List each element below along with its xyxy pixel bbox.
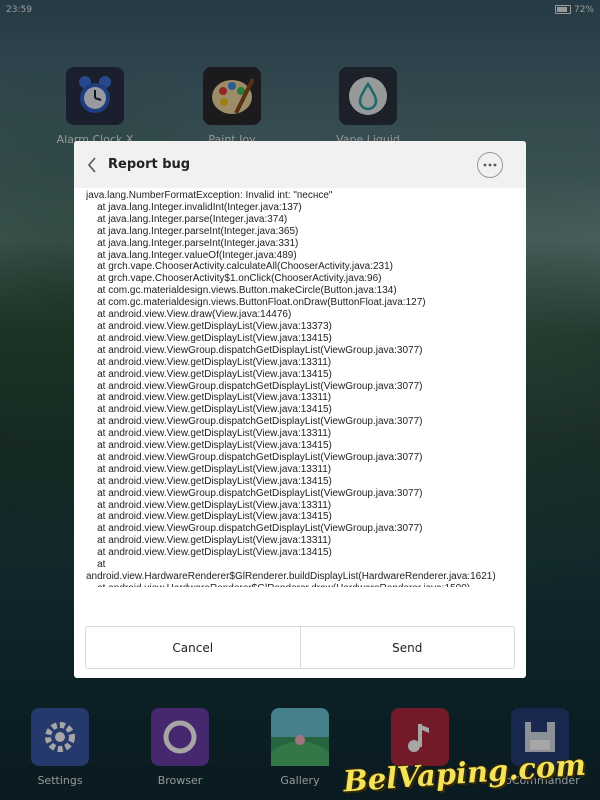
report-bug-dialog: Report bug java.lang.NumberFormatExcepti… (74, 141, 526, 678)
chevron-left-icon (87, 156, 96, 173)
back-button[interactable] (78, 141, 106, 188)
more-dots-icon (483, 163, 497, 166)
cancel-button[interactable]: Cancel (86, 627, 300, 668)
send-button[interactable]: Send (299, 627, 515, 668)
stack-trace-text: java.lang.NumberFormatException: Invalid… (86, 190, 496, 587)
more-options-button[interactable] (477, 151, 503, 178)
dialog-button-row: Cancel Send (85, 626, 515, 669)
dialog-header: Report bug (74, 141, 526, 188)
stack-trace-area[interactable]: java.lang.NumberFormatException: Invalid… (86, 190, 516, 587)
dialog-title: Report bug (108, 157, 191, 172)
